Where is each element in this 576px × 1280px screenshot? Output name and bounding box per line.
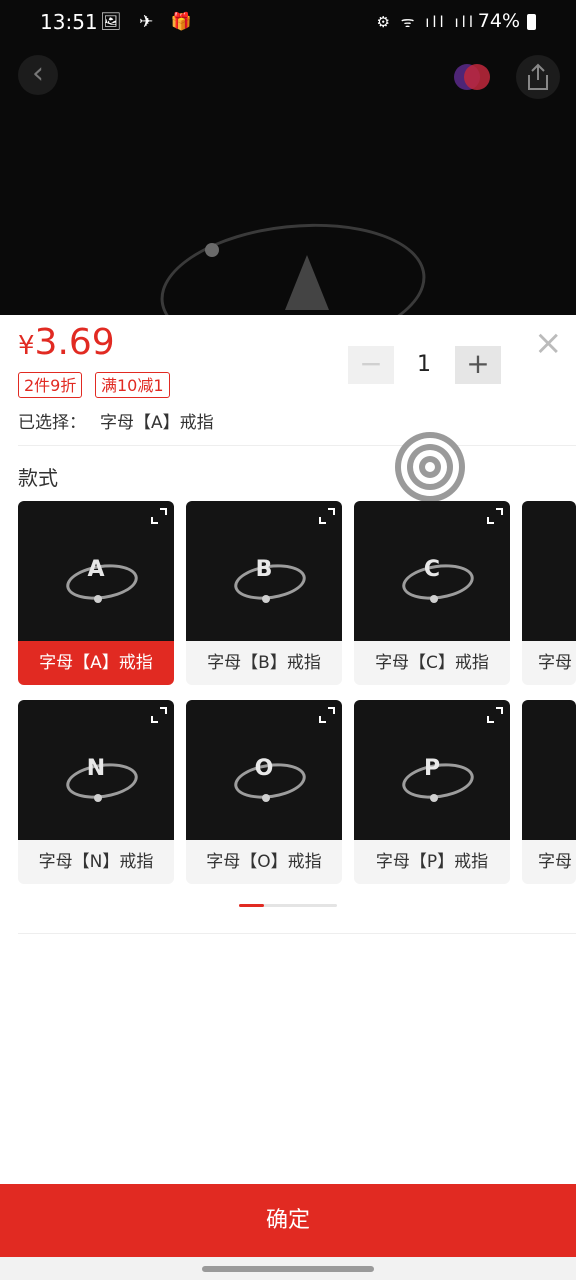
scroll-indicator-thumb xyxy=(239,904,264,907)
close-button[interactable]: × xyxy=(534,326,563,360)
status-time: 13:51 xyxy=(40,10,98,34)
option-card-p[interactable]: P 字母【P】戒指 xyxy=(354,700,510,884)
back-arrow-icon: ‹ xyxy=(32,56,44,91)
expand-icon[interactable] xyxy=(149,705,169,725)
promo-tag-discount: 2件9折 xyxy=(18,372,83,398)
ring-stone xyxy=(94,794,102,802)
expand-icon[interactable] xyxy=(149,506,169,526)
system-icons: ⚙ ᯤ ıll ıll xyxy=(376,13,476,31)
price-amount: 3.69 xyxy=(34,322,115,363)
dot-red xyxy=(464,64,490,90)
ring-letter: C xyxy=(423,557,441,582)
ring-letter: B xyxy=(255,557,273,582)
option-card-n[interactable]: N 字母【N】戒指 xyxy=(18,700,174,884)
divider xyxy=(18,933,576,934)
option-label: 字母【A】戒指 xyxy=(18,641,174,685)
option-label: 字母【N】戒指 xyxy=(38,852,154,872)
ring-stone xyxy=(430,595,438,603)
option-card-q[interactable]: 字母 xyxy=(522,700,576,884)
ring-gem xyxy=(285,255,329,310)
option-card-o[interactable]: O 字母【O】戒指 xyxy=(186,700,342,884)
option-card-b[interactable]: B 字母【B】戒指 xyxy=(186,501,342,685)
expand-icon[interactable] xyxy=(317,506,337,526)
option-card-d[interactable]: 字母 xyxy=(522,501,576,685)
option-card-c[interactable]: C 字母【C】戒指 xyxy=(354,501,510,685)
price-currency: ¥ xyxy=(18,331,35,361)
promo-tag-coupon: 满10减1 xyxy=(95,372,170,398)
selected-label: 已选择： xyxy=(18,413,86,433)
option-label: 字母【B】戒指 xyxy=(207,653,321,673)
ring-letter: N xyxy=(86,756,106,781)
expand-icon[interactable] xyxy=(317,705,337,725)
price: ¥3.69 xyxy=(18,322,115,363)
option-image xyxy=(522,700,576,840)
selected-value: 字母【A】戒指 xyxy=(100,413,214,433)
quantity-value[interactable]: 1 xyxy=(404,346,444,384)
quantity-decrease-button[interactable]: − xyxy=(348,346,394,384)
back-button[interactable]: ‹ xyxy=(18,55,58,95)
notification-icons: 🖼 ✈ 🎁 xyxy=(100,12,198,32)
ring-stone xyxy=(94,595,102,603)
store-logo-dots[interactable] xyxy=(454,64,490,90)
ring-letter: P xyxy=(423,756,441,781)
share-icon xyxy=(528,63,548,90)
share-button[interactable] xyxy=(516,55,560,99)
ring-stone xyxy=(262,595,270,603)
confirm-button[interactable]: 确定 xyxy=(0,1184,576,1257)
option-image xyxy=(522,501,576,641)
status-bar: 13:51 🖼 ✈ 🎁 ⚙ ᯤ ıll ıll 74% xyxy=(0,0,576,44)
ring-letter: A xyxy=(87,557,105,582)
quantity-increase-button[interactable]: + xyxy=(455,346,501,384)
ring-letter: O xyxy=(254,756,274,781)
expand-icon[interactable] xyxy=(485,705,505,725)
ring-stone xyxy=(262,794,270,802)
expand-icon[interactable] xyxy=(485,506,505,526)
option-label: 字母 xyxy=(538,852,572,872)
option-label: 字母【P】戒指 xyxy=(375,852,489,872)
divider xyxy=(18,445,576,446)
ring-stone xyxy=(205,243,219,257)
selected-summary: 已选择： 字母【A】戒指 xyxy=(18,408,214,433)
ring-stone xyxy=(430,794,438,802)
option-card-a[interactable]: A 字母【A】戒指 xyxy=(18,501,174,685)
section-title-style: 款式 xyxy=(18,466,58,490)
option-label: 字母【C】戒指 xyxy=(375,653,489,673)
touch-indicator xyxy=(395,432,465,502)
option-label: 字母 xyxy=(538,653,572,673)
home-indicator[interactable] xyxy=(202,1266,374,1272)
product-image-backdrop xyxy=(0,0,576,316)
battery-icon xyxy=(527,14,536,30)
battery-level: 74% xyxy=(477,10,520,32)
option-label: 字母【O】戒指 xyxy=(206,852,322,872)
close-icon: × xyxy=(534,323,563,363)
